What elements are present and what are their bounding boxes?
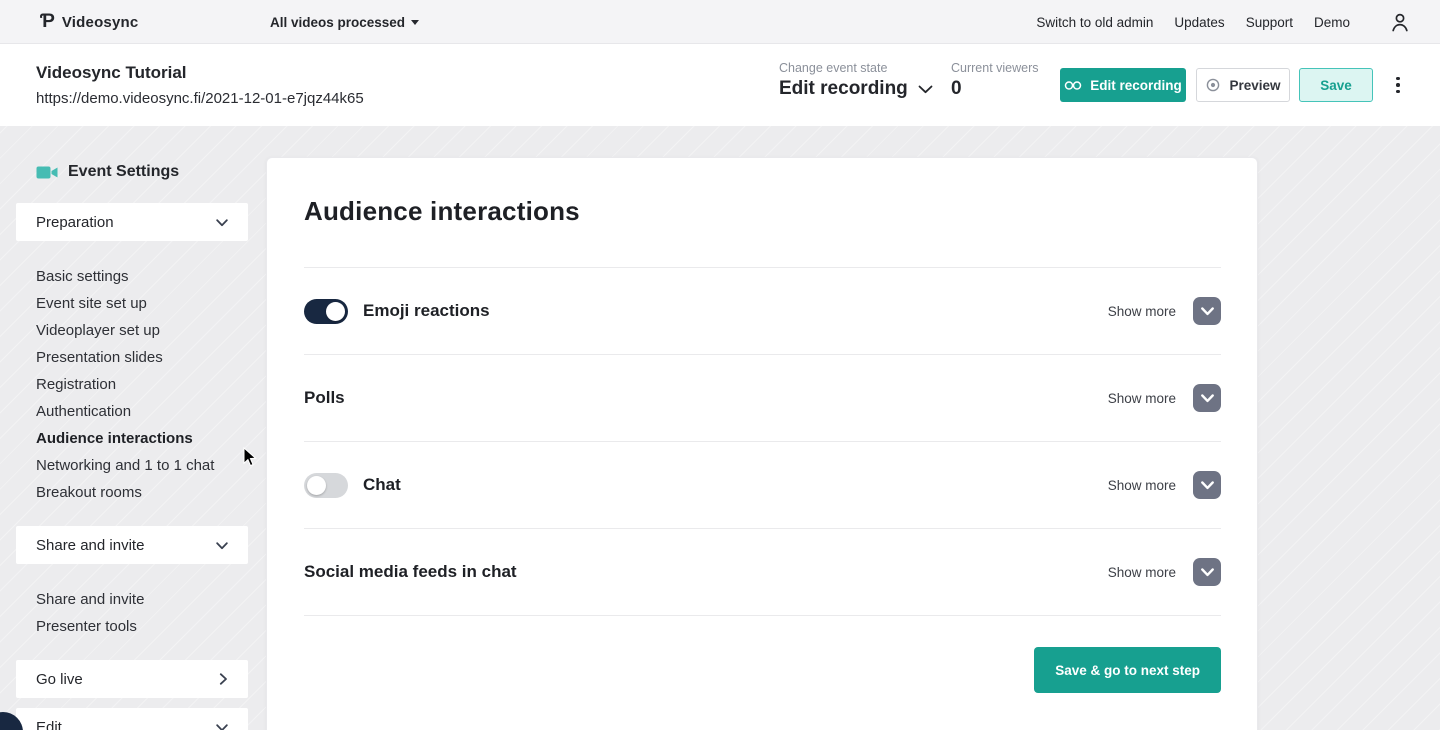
chevron-down-icon bbox=[1201, 306, 1214, 316]
feature-row-social-media-feeds-in-chat: Social media feeds in chat Show more bbox=[304, 529, 1221, 616]
brand-name: Videosync bbox=[62, 14, 139, 31]
sidebar: Event Settings Preparation Basic setting… bbox=[0, 126, 264, 730]
sidebar-group-label: Edit bbox=[36, 719, 62, 730]
sidebar-title: Event Settings bbox=[68, 163, 179, 181]
event-title: Videosync Tutorial bbox=[36, 63, 187, 83]
show-more-link[interactable]: Show more bbox=[1108, 304, 1176, 319]
eye-icon bbox=[1205, 77, 1221, 93]
page: Ƥ Videosync All videos processed Switch … bbox=[0, 0, 1440, 730]
panel-footer: Save & go to next step bbox=[304, 647, 1221, 693]
event-state-dropdown[interactable]: Edit recording bbox=[779, 78, 933, 100]
chevron-down-icon bbox=[216, 541, 228, 550]
save-button[interactable]: Save bbox=[1299, 68, 1373, 102]
current-viewers-label: Current viewers bbox=[951, 61, 1039, 75]
feature-row-emoji-reactions: Emoji reactions Show more bbox=[304, 268, 1221, 355]
sidebar-item-share-and-invite[interactable]: Share and invite bbox=[36, 586, 228, 613]
event-header: Videosync Tutorial https://demo.videosyn… bbox=[0, 44, 1440, 126]
toggle-knob bbox=[307, 476, 326, 495]
sidebar-item-registration[interactable]: Registration bbox=[36, 371, 228, 398]
record-infinity-icon bbox=[1064, 80, 1082, 91]
sidebar-item-presentation-slides[interactable]: Presentation slides bbox=[36, 344, 228, 371]
sidebar-item-videoplayer-set-up[interactable]: Videoplayer set up bbox=[36, 317, 228, 344]
expand-polls-button[interactable] bbox=[1193, 384, 1221, 412]
sidebar-item-networking-and-1-to-1-chat[interactable]: Networking and 1 to 1 chat bbox=[36, 452, 228, 479]
audience-interactions-panel: Audience interactions Emoji reactions Sh… bbox=[266, 157, 1258, 730]
sidebar-group-go-live[interactable]: Go live bbox=[16, 660, 248, 698]
more-options-kebab-menu[interactable] bbox=[1389, 68, 1407, 102]
feature-label: Emoji reactions bbox=[363, 301, 490, 321]
feature-label: Chat bbox=[363, 475, 401, 495]
sidebar-group-label: Preparation bbox=[36, 214, 114, 231]
chevron-down-icon bbox=[1201, 480, 1214, 490]
panel-title: Audience interactions bbox=[304, 196, 1221, 226]
edit-recording-label: Edit recording bbox=[1090, 78, 1182, 93]
videosync-brand: Ƥ Videosync bbox=[40, 0, 138, 44]
topbar-link-updates[interactable]: Updates bbox=[1174, 15, 1224, 30]
sidebar-header: Event Settings bbox=[36, 162, 264, 182]
preview-button[interactable]: Preview bbox=[1196, 68, 1290, 102]
sidebar-item-list: Basic settingsEvent site set upVideoplay… bbox=[36, 263, 228, 506]
show-more-link[interactable]: Show more bbox=[1108, 391, 1176, 406]
chevron-down-icon bbox=[1201, 567, 1214, 577]
save-and-next-step-button[interactable]: Save & go to next step bbox=[1034, 647, 1221, 693]
preview-label: Preview bbox=[1229, 78, 1280, 93]
event-state-value: Edit recording bbox=[779, 78, 908, 100]
sidebar-groups: Preparation Basic settingsEvent site set… bbox=[0, 203, 264, 730]
sidebar-item-presenter-tools[interactable]: Presenter tools bbox=[36, 613, 228, 640]
event-url: https://demo.videosync.fi/2021-12-01-e7j… bbox=[36, 90, 364, 107]
chevron-right-icon bbox=[219, 673, 228, 685]
feature-rows: Emoji reactions Show more Polls Show mor… bbox=[304, 268, 1221, 616]
current-viewers-count: 0 bbox=[951, 78, 1039, 100]
save-label: Save bbox=[1320, 78, 1352, 93]
current-viewers-block: Current viewers 0 bbox=[951, 61, 1039, 100]
chevron-down-icon bbox=[216, 723, 228, 730]
feature-row-polls: Polls Show more bbox=[304, 355, 1221, 442]
event-state-label: Change event state bbox=[779, 61, 933, 75]
video-camera-icon bbox=[36, 165, 58, 180]
edit-recording-button[interactable]: Edit recording bbox=[1060, 68, 1186, 102]
sidebar-item-basic-settings[interactable]: Basic settings bbox=[36, 263, 228, 290]
caret-down-icon bbox=[411, 20, 419, 25]
user-account-button[interactable] bbox=[1391, 13, 1409, 32]
row-actions: Show more bbox=[1108, 558, 1221, 586]
video-status-dropdown[interactable]: All videos processed bbox=[270, 0, 419, 44]
topbar-link-switch-to-old-admin[interactable]: Switch to old admin bbox=[1036, 15, 1153, 30]
chevron-down-icon bbox=[216, 218, 228, 227]
sidebar-item-breakout-rooms[interactable]: Breakout rooms bbox=[36, 479, 228, 506]
feature-label: Social media feeds in chat bbox=[304, 562, 517, 582]
video-status-label: All videos processed bbox=[270, 15, 405, 30]
toggle-knob bbox=[326, 302, 345, 321]
sidebar-group-preparation[interactable]: Preparation bbox=[16, 203, 248, 241]
top-bar: Ƥ Videosync All videos processed Switch … bbox=[0, 0, 1440, 44]
sidebar-item-list: Share and invitePresenter tools bbox=[36, 586, 228, 640]
topbar-links: Switch to old admin Updates Support Demo bbox=[1036, 0, 1350, 44]
topbar-link-support[interactable]: Support bbox=[1246, 15, 1293, 30]
chevron-down-icon bbox=[918, 85, 933, 94]
show-more-link[interactable]: Show more bbox=[1108, 565, 1176, 580]
content-area: Event Settings Preparation Basic setting… bbox=[0, 126, 1440, 730]
row-actions: Show more bbox=[1108, 471, 1221, 499]
row-actions: Show more bbox=[1108, 384, 1221, 412]
person-icon bbox=[1391, 13, 1409, 32]
topbar-link-demo[interactable]: Demo bbox=[1314, 15, 1350, 30]
sidebar-group-label: Share and invite bbox=[36, 537, 144, 554]
videosync-logo-icon: Ƥ bbox=[40, 12, 55, 31]
expand-social-media-feeds-in-chat-button[interactable] bbox=[1193, 558, 1221, 586]
sidebar-group-edit[interactable]: Edit bbox=[16, 708, 248, 730]
chat-toggle[interactable] bbox=[304, 473, 348, 498]
sidebar-group-share-and-invite[interactable]: Share and invite bbox=[16, 526, 248, 564]
event-state-block: Change event state Edit recording bbox=[779, 61, 933, 100]
expand-chat-button[interactable] bbox=[1193, 471, 1221, 499]
sidebar-item-event-site-set-up[interactable]: Event site set up bbox=[36, 290, 228, 317]
feature-row-chat: Chat Show more bbox=[304, 442, 1221, 529]
expand-emoji-reactions-button[interactable] bbox=[1193, 297, 1221, 325]
row-actions: Show more bbox=[1108, 297, 1221, 325]
sidebar-item-audience-interactions[interactable]: Audience interactions bbox=[36, 425, 228, 452]
show-more-link[interactable]: Show more bbox=[1108, 478, 1176, 493]
feature-label: Polls bbox=[304, 388, 345, 408]
sidebar-item-authentication[interactable]: Authentication bbox=[36, 398, 228, 425]
chevron-down-icon bbox=[1201, 393, 1214, 403]
sidebar-group-label: Go live bbox=[36, 671, 83, 688]
emoji-reactions-toggle[interactable] bbox=[304, 299, 348, 324]
